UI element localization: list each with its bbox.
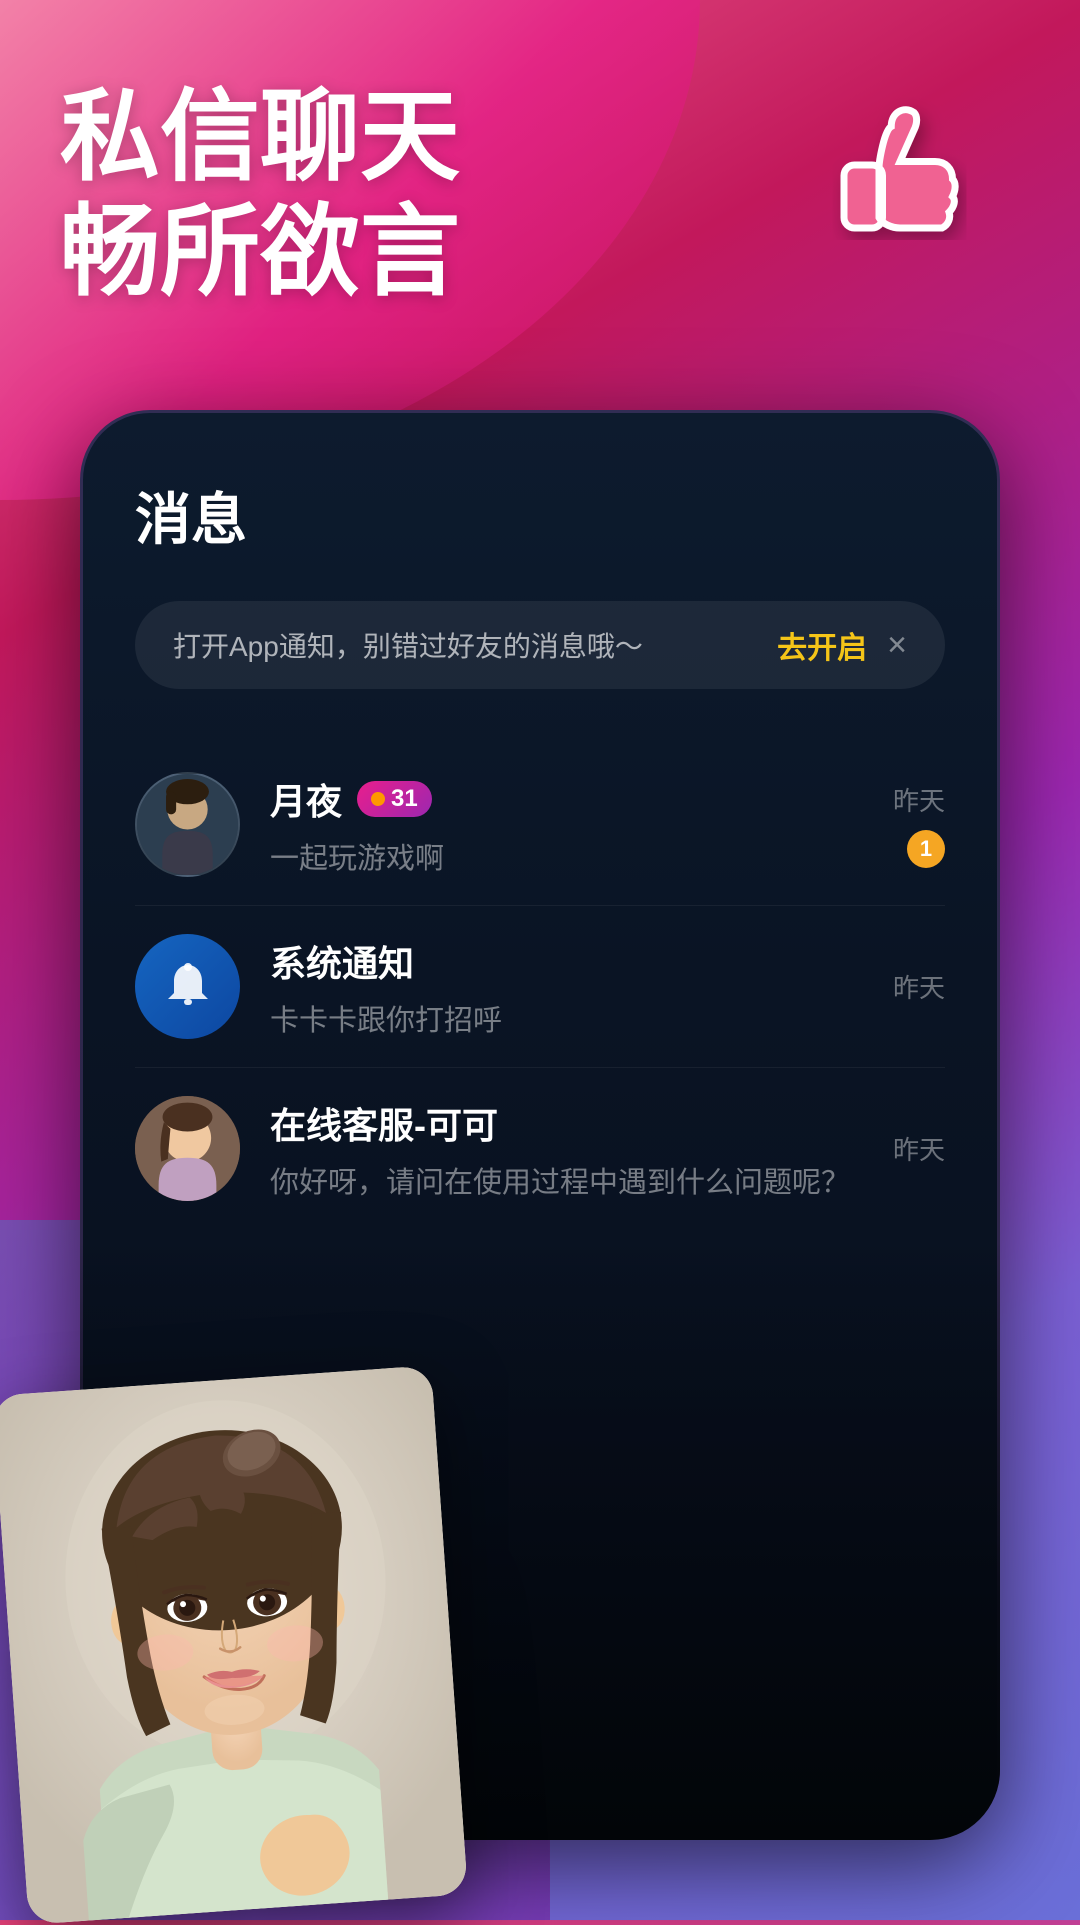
thumbs-up-icon [790, 90, 1010, 310]
level-badge-yuye: 31 [357, 781, 432, 817]
chat-preview-support: 你好呀，请问在使用过程中遇到什么问题呢？ [270, 1159, 873, 1201]
chat-item-system[interactable]: 系统通知 卡卡卡跟你打招呼 昨天 [135, 906, 945, 1068]
notification-action-button[interactable]: 去开启 [777, 623, 867, 667]
chat-name-yuye: 月夜 [270, 773, 342, 825]
chat-item-support[interactable]: 在线客服-可可 你好呀，请问在使用过程中遇到什么问题呢？ 昨天 [135, 1068, 945, 1229]
chat-item-yuye[interactable]: 月夜 31 一起玩游戏啊 昨天 1 [135, 744, 945, 906]
chat-content-system: 系统通知 卡卡卡跟你打招呼 [270, 935, 873, 1039]
chat-content-support: 在线客服-可可 你好呀，请问在使用过程中遇到什么问题呢？ [270, 1097, 873, 1201]
avatar-support [135, 1096, 240, 1201]
header-title-line2: 畅所欲言 [60, 195, 460, 310]
bell-icon [158, 957, 218, 1017]
unread-badge-yuye: 1 [907, 830, 945, 868]
chat-name-support: 在线客服-可可 [270, 1105, 498, 1146]
photo-card [0, 1365, 468, 1924]
chat-meta-yuye: 昨天 1 [893, 781, 945, 868]
chat-time-yuye: 昨天 [893, 781, 945, 818]
phone-content: 消息 打开App通知，别错过好友的消息哦～ 去开启 × [80, 410, 1000, 1279]
avatar-system [135, 934, 240, 1039]
chat-name-system: 系统通知 [270, 943, 414, 984]
chat-preview-system: 卡卡卡跟你打招呼 [270, 997, 873, 1039]
avatar-yuye [135, 772, 240, 877]
chat-time-system: 昨天 [893, 968, 945, 1005]
header-section: 私信聊天 畅所欲言 [60, 80, 460, 310]
notification-text: 打开App通知，别错过好友的消息哦～ [173, 625, 757, 665]
girl-photo-svg [0, 1365, 468, 1924]
chat-content-yuye: 月夜 31 一起玩游戏啊 [270, 773, 873, 877]
thumbs-up-svg [795, 95, 1005, 305]
notification-close-button[interactable]: × [887, 626, 907, 665]
level-number-yuye: 31 [391, 785, 418, 813]
chat-meta-system: 昨天 [893, 968, 945, 1005]
chat-preview-yuye: 一起玩游戏啊 [270, 835, 873, 877]
messages-title: 消息 [135, 475, 945, 556]
header-title-line1: 私信聊天 [60, 80, 460, 195]
chat-meta-support: 昨天 [893, 1130, 945, 1167]
notification-banner[interactable]: 打开App通知，别错过好友的消息哦～ 去开启 × [135, 601, 945, 689]
chat-time-support: 昨天 [893, 1130, 945, 1167]
